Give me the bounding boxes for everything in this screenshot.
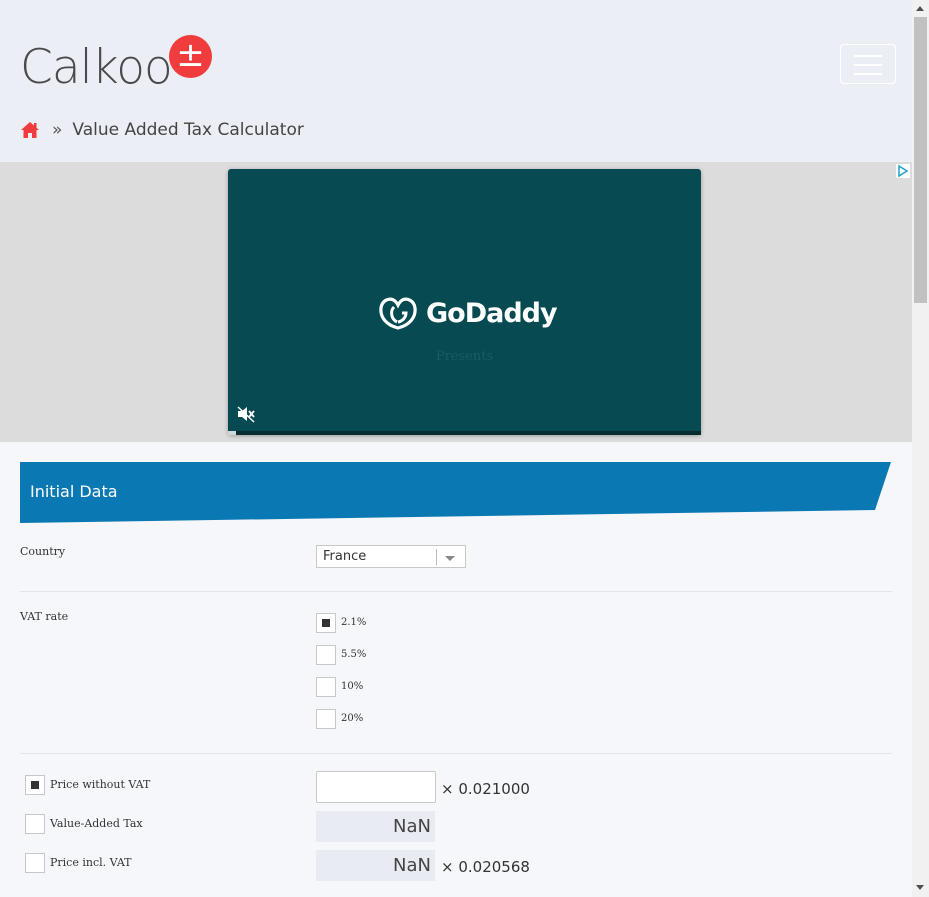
scroll-down-arrow-icon[interactable] — [916, 885, 924, 890]
vat-rate-option-label: 20% — [341, 713, 364, 724]
vat-label: Value-Added Tax — [50, 817, 143, 830]
vat-rate-option-20[interactable] — [316, 709, 336, 729]
godaddy-logo: GoDaddy — [378, 295, 558, 331]
vat-rate-option-label: 10% — [341, 681, 364, 692]
breadcrumb-current: Value Added Tax Calculator — [72, 120, 304, 140]
vat-checkbox[interactable] — [25, 814, 45, 834]
vat-rate-option-5-5[interactable] — [316, 645, 336, 665]
video-progress-bar[interactable] — [228, 431, 701, 435]
price-incl-vat-factor: × 0.020568 — [441, 858, 530, 876]
price-incl-vat-label: Price incl. VAT — [50, 856, 132, 869]
logo-badge-icon[interactable]: ± — [169, 35, 212, 78]
home-icon[interactable] — [20, 121, 40, 139]
country-selected-value: France — [323, 549, 367, 564]
price-incl-vat-checkbox[interactable] — [25, 853, 45, 873]
vat-rate-option-label: 5.5% — [341, 649, 367, 660]
vat-rate-option-10[interactable] — [316, 677, 336, 697]
divider — [20, 753, 892, 754]
ad-video[interactable]: GoDaddy Presents — [228, 169, 701, 435]
price-without-vat-input[interactable] — [316, 771, 436, 803]
price-without-vat-label: Price without VAT — [50, 778, 151, 791]
vat-rate-option-2-1[interactable] — [316, 613, 336, 633]
hamburger-line — [854, 73, 882, 75]
hamburger-line — [854, 55, 882, 57]
vat-rate-label: VAT rate — [20, 610, 69, 623]
logo-text[interactable]: Calkoo — [20, 40, 173, 95]
panel-title: Initial Data — [30, 482, 118, 501]
country-select[interactable]: France — [316, 545, 466, 568]
adchoices-icon[interactable] — [896, 164, 910, 178]
hamburger-line — [854, 64, 882, 66]
site-header: Calkoo ± » Value Added Tax Calculator — [0, 0, 912, 162]
godaddy-wordmark: GoDaddy — [426, 297, 558, 329]
scroll-up-arrow-icon[interactable] — [916, 6, 924, 11]
ad-presents-text: Presents — [435, 349, 494, 364]
ad-banner[interactable]: GoDaddy Presents — [0, 162, 912, 442]
vat-value: NaN — [316, 811, 435, 842]
vat-rate-option-label: 2.1% — [341, 617, 367, 628]
price-incl-vat-value: NaN — [316, 850, 435, 881]
divider — [20, 591, 892, 592]
country-label: Country — [20, 545, 66, 558]
mute-icon[interactable] — [236, 405, 256, 423]
hamburger-menu-button[interactable] — [840, 44, 896, 84]
breadcrumb-separator: » — [52, 120, 63, 140]
scrollbar-thumb[interactable] — [914, 17, 927, 303]
price-without-vat-checkbox[interactable] — [25, 775, 45, 795]
chevron-down-icon — [445, 556, 455, 561]
breadcrumb: » Value Added Tax Calculator — [20, 118, 304, 142]
price-without-vat-factor: × 0.021000 — [441, 780, 530, 798]
godaddy-heart-icon — [379, 297, 417, 330]
panel-header-bar — [20, 462, 891, 523]
